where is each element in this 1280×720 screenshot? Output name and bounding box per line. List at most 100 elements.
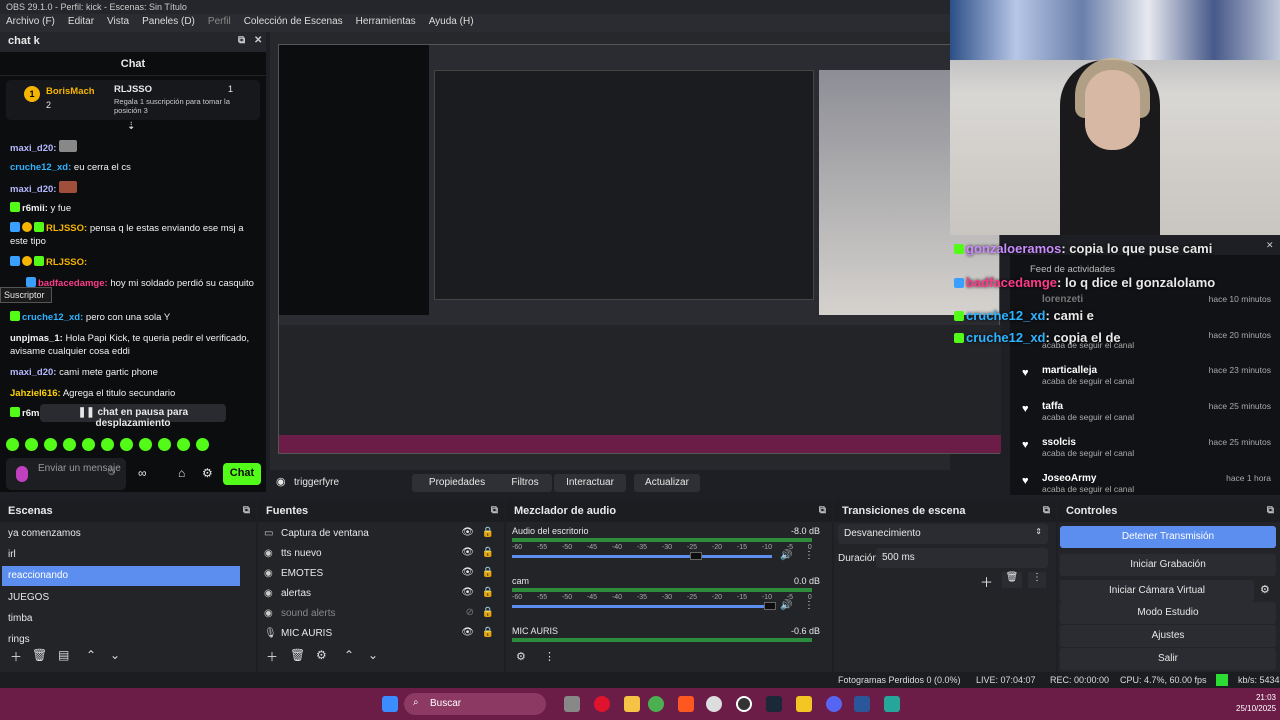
windows-start-icon[interactable] <box>382 696 398 712</box>
speaker-icon[interactable]: 🔊 <box>780 550 792 561</box>
filter-icon[interactable]: ▤ <box>58 648 69 662</box>
source-item[interactable]: ◉ sound alerts ⊘ 🔒 <box>264 604 504 624</box>
chat-input[interactable]: Enviar un mensaje ☺ <box>6 458 126 490</box>
volume-slider[interactable] <box>512 555 772 558</box>
close-icon[interactable]: ✕ <box>254 35 262 46</box>
emote-icon[interactable] <box>158 438 171 451</box>
chat-username[interactable]: RLJSSO: <box>46 223 87 234</box>
menu-editar[interactable]: Editar <box>68 16 94 30</box>
popout-icon[interactable]: ⧉ <box>819 505 826 516</box>
lock-icon[interactable]: 🔒 <box>482 547 494 558</box>
editor-icon[interactable] <box>796 696 812 712</box>
lock-icon[interactable]: 🔒 <box>482 587 494 598</box>
arrow-down-icon[interactable]: ⌄ <box>110 648 120 662</box>
chat-username[interactable]: maxi_d20: <box>10 143 56 154</box>
store-icon[interactable]: ⌂ <box>178 466 185 480</box>
chat-username[interactable]: maxi_d20: <box>10 367 56 378</box>
menu-paneles[interactable]: Paneles (D) <box>142 16 195 30</box>
chat-username[interactable]: cruche12_xd: <box>10 162 71 173</box>
taskbar-search[interactable]: ⌕ Buscar <box>404 693 546 715</box>
source-item[interactable]: ◉ tts nuevo 👁 🔒 <box>264 544 504 564</box>
send-chat-button[interactable]: Chat <box>223 463 261 485</box>
lock-icon[interactable]: 🔒 <box>482 607 494 618</box>
emote-icon[interactable] <box>63 438 76 451</box>
emote-icon[interactable] <box>6 438 19 451</box>
volume-knob[interactable] <box>690 552 702 560</box>
eye-icon[interactable]: 👁 <box>461 587 474 598</box>
lock-icon[interactable]: 🔒 <box>482 627 494 638</box>
studio-mode-button[interactable]: Modo Estudio <box>1060 602 1276 624</box>
lock-icon[interactable]: 🔒 <box>482 567 494 578</box>
gear-icon[interactable]: ⚙ <box>1260 583 1270 596</box>
chat-username[interactable]: r6mii: <box>22 203 48 214</box>
chat-username[interactable]: Jahziel616: <box>10 388 61 399</box>
kebab-menu-icon[interactable]: ⋮ <box>1028 572 1046 588</box>
arrow-up-icon[interactable]: ⌃ <box>86 648 96 662</box>
add-icon[interactable]: ＋ <box>10 648 22 665</box>
brave-icon[interactable] <box>678 696 694 712</box>
word-icon[interactable] <box>854 696 870 712</box>
interact-button[interactable]: Interactuar <box>554 474 626 492</box>
start-virtual-camera-button[interactable]: Iniciar Cámara Virtual <box>1060 580 1254 602</box>
menu-perfil[interactable]: Perfil <box>208 16 231 30</box>
chat-username[interactable]: RLJSSO: <box>46 257 87 268</box>
task-view-icon[interactable] <box>564 696 580 712</box>
speaker-icon[interactable]: 🔊 <box>780 600 792 611</box>
kebab-menu-icon[interactable]: ⋮ <box>544 650 555 663</box>
menu-vista[interactable]: Vista <box>107 16 129 30</box>
trash-icon[interactable]: 🗑 <box>32 648 47 662</box>
popout-icon[interactable]: ⧉ <box>243 505 250 516</box>
chat-username[interactable]: r6m <box>22 408 39 419</box>
refresh-button[interactable]: Actualizar <box>634 474 700 492</box>
scene-item[interactable]: reaccionando <box>2 566 240 586</box>
scene-item[interactable]: ya comenzamos <box>2 524 240 544</box>
close-icon[interactable]: ✕ <box>1266 240 1274 251</box>
filters-button[interactable]: Filtros <box>498 474 552 492</box>
chat-pause-banner[interactable]: ❚❚ chat en pausa para desplazamiento <box>40 404 226 429</box>
source-item[interactable]: ◉ EMOTES 👁 🔒 <box>264 564 504 584</box>
emote-menu-icon[interactable]: ∞ <box>138 466 147 480</box>
menu-archivo[interactable]: Archivo (F) <box>6 16 55 30</box>
emote-icon[interactable] <box>82 438 95 451</box>
scene-item[interactable]: irl <box>2 545 240 565</box>
eye-icon[interactable]: 👁 <box>461 567 474 578</box>
menu-coleccion[interactable]: Colección de Escenas <box>244 16 343 30</box>
source-item[interactable]: 🎙 MIC AURIS 👁 🔒 <box>264 624 504 644</box>
gear-icon[interactable]: ⚙ <box>516 650 526 663</box>
obs-icon[interactable] <box>736 696 752 712</box>
steam-icon[interactable] <box>766 696 782 712</box>
chevron-down-icon[interactable]: ⇣ <box>127 121 135 132</box>
opera-icon[interactable] <box>594 696 610 712</box>
properties-button[interactable]: Propiedades <box>412 474 502 492</box>
emote-icon[interactable] <box>101 438 114 451</box>
emote-icon[interactable] <box>44 438 57 451</box>
gear-icon[interactable]: ⚙ <box>316 648 327 662</box>
emote-icon[interactable] <box>25 438 38 451</box>
eye-hidden-icon[interactable]: ⊘ <box>466 607 474 618</box>
popout-icon[interactable]: ⧉ <box>491 505 498 516</box>
notepad-icon[interactable] <box>884 696 900 712</box>
trash-icon[interactable]: 🗑 <box>1002 572 1022 588</box>
emote-icon[interactable] <box>139 438 152 451</box>
popout-icon[interactable]: ⧉ <box>1267 505 1274 516</box>
arrow-up-icon[interactable]: ⌃ <box>344 648 354 662</box>
menu-ayuda[interactable]: Ayuda (H) <box>429 16 474 30</box>
ccleaner-icon[interactable] <box>706 696 722 712</box>
gear-icon[interactable]: ⚙ <box>202 466 213 480</box>
duration-spinbox[interactable]: 500 ms <box>876 548 1048 568</box>
source-item[interactable]: ◉ alertas 👁 🔒 <box>264 584 504 604</box>
emote-icon[interactable] <box>177 438 190 451</box>
scene-item[interactable]: rings <box>2 630 240 650</box>
chat-username[interactable]: cruche12_xd: <box>22 312 83 323</box>
eye-icon[interactable]: 👁 <box>461 627 474 638</box>
volume-slider[interactable] <box>512 605 772 608</box>
emoji-icon[interactable]: ☺ <box>106 467 117 478</box>
trash-icon[interactable]: 🗑 <box>290 648 305 662</box>
scene-item[interactable]: JUEGOS <box>2 588 240 608</box>
emote-icon[interactable] <box>196 438 209 451</box>
stop-stream-button[interactable]: Detener Transmisión <box>1060 526 1276 548</box>
emote-icon[interactable] <box>120 438 133 451</box>
chat-username[interactable]: unpjmas_1: <box>10 333 63 344</box>
start-recording-button[interactable]: Iniciar Grabación <box>1060 554 1276 576</box>
exit-button[interactable]: Salir <box>1060 648 1276 670</box>
